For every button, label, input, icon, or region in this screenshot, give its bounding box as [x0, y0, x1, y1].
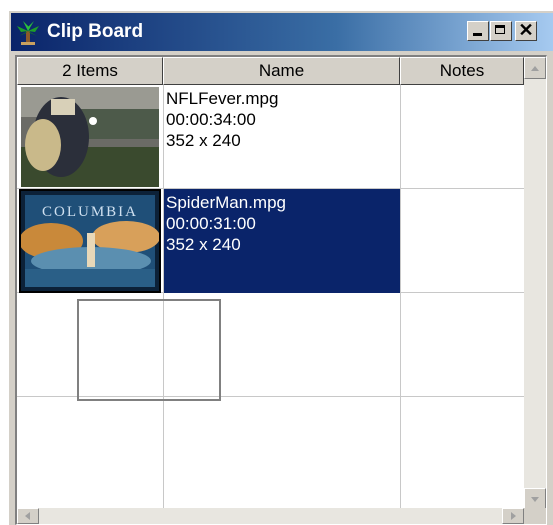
empty-row: [17, 293, 524, 397]
scroll-down-button[interactable]: [524, 488, 546, 510]
maximize-button[interactable]: [490, 21, 512, 41]
empty-row: [17, 397, 524, 487]
vertical-scrollbar[interactable]: [524, 57, 546, 510]
horizontal-scrollbar[interactable]: [17, 508, 524, 524]
name-cell: NFLFever.mpg 00:00:34:00 352 x 240: [164, 85, 400, 188]
column-header-items[interactable]: 2 Items: [17, 57, 163, 85]
columbia-logo-thumbnail: COLUMBIA: [19, 189, 161, 293]
list-item[interactable]: NFLFever.mpg 00:00:34:00 352 x 240: [17, 85, 524, 189]
file-size: 352 x 240: [166, 131, 241, 150]
arrow-left-icon: [25, 512, 30, 520]
column-header-notes[interactable]: Notes: [400, 57, 524, 85]
file-duration: 00:00:31:00: [166, 214, 256, 233]
arrow-down-icon: [531, 497, 539, 502]
scroll-right-button[interactable]: [502, 508, 524, 524]
football-player-thumbnail: [21, 87, 159, 187]
file-name: SpiderMan.mpg: [166, 193, 287, 212]
arrow-right-icon: [511, 512, 516, 520]
window-title: Clip Board: [47, 21, 144, 42]
minimize-button[interactable]: [467, 21, 489, 41]
arrow-up-icon: [531, 66, 539, 71]
scroll-up-button[interactable]: [524, 57, 546, 79]
scroll-left-button[interactable]: [17, 508, 39, 524]
file-size: 352 x 240: [166, 235, 241, 254]
name-cell-selected: SpiderMan.mpg 00:00:31:00 352 x 240: [164, 189, 400, 293]
palm-tree-icon: [17, 21, 39, 45]
scrollbar-corner: [524, 508, 546, 524]
clip-board-window: Clip Board ✕ 2 Items Name Notes NFLFever…: [8, 10, 553, 525]
list-item[interactable]: COLUMBIA SpiderMan.mpg 00:00:31:00 352 x…: [17, 189, 524, 293]
file-name: NFLFever.mpg: [166, 89, 279, 108]
list-header: 2 Items Name Notes: [17, 57, 546, 85]
close-button[interactable]: ✕: [515, 20, 537, 41]
clip-list-view[interactable]: 2 Items Name Notes NFLFever.mpg 00:00:34…: [15, 55, 547, 525]
column-header-name[interactable]: Name: [163, 57, 400, 85]
svg-text:COLUMBIA: COLUMBIA: [42, 204, 138, 220]
title-bar[interactable]: Clip Board ✕: [11, 13, 553, 51]
close-icon: ✕: [518, 20, 534, 40]
file-duration: 00:00:34:00: [166, 110, 256, 129]
